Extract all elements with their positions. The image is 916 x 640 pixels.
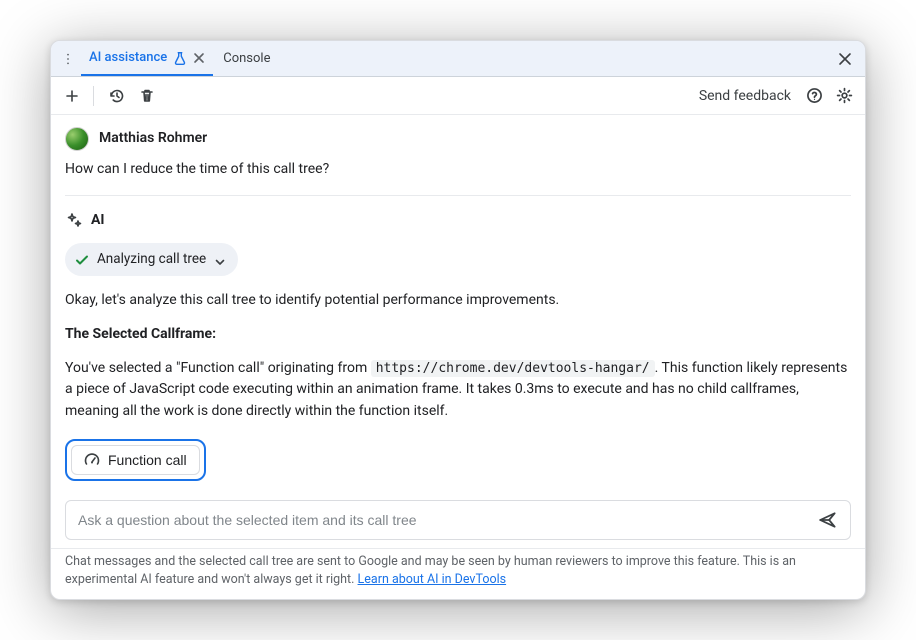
avatar: [65, 127, 89, 151]
user-message: Matthias Rohmer How can I reduce the tim…: [65, 127, 851, 196]
analysis-chip[interactable]: Analyzing call tree: [65, 243, 238, 276]
chat-input[interactable]: [78, 512, 814, 528]
check-icon: [75, 253, 89, 267]
new-chat-button[interactable]: [59, 83, 85, 109]
user-name: Matthias Rohmer: [99, 128, 207, 150]
code-url: https://chrome.dev/devtools-hangar/: [371, 360, 655, 377]
input-bar: [65, 500, 851, 540]
tab-label: AI assistance: [89, 50, 167, 65]
disclaimer: Chat messages and the selected call tree…: [51, 548, 865, 599]
chevron-down-icon: [214, 254, 226, 266]
send-button[interactable]: [814, 506, 842, 534]
help-button[interactable]: [801, 83, 827, 109]
delete-button[interactable]: [134, 83, 160, 109]
ai-intro: Okay, let's analyze this call tree to id…: [65, 290, 851, 312]
function-call-label: Function call: [108, 452, 187, 468]
ai-section-heading: The Selected Callframe:: [65, 326, 216, 342]
function-call-highlight: Function call: [65, 439, 206, 482]
gauge-icon: [84, 452, 100, 468]
tab-bar: AI assistance Console: [51, 41, 865, 77]
chip-label: Analyzing call tree: [97, 249, 206, 270]
flask-icon: [173, 51, 187, 65]
more-tabs-button[interactable]: [57, 48, 79, 70]
toolbar: Send feedback: [51, 77, 865, 115]
function-call-button[interactable]: Function call: [71, 445, 200, 475]
settings-button[interactable]: [831, 83, 857, 109]
user-question: How can I reduce the time of this call t…: [65, 159, 851, 181]
send-feedback-link[interactable]: Send feedback: [693, 84, 797, 108]
tab-console[interactable]: Console: [215, 41, 278, 76]
ai-message: AI Analyzing call tree Okay, let's analy…: [65, 196, 851, 482]
ai-body: You've selected a "Function call" origin…: [65, 358, 851, 423]
chat-body: Matthias Rohmer How can I reduce the tim…: [51, 115, 865, 488]
ai-text: Okay, let's analyze this call tree to id…: [65, 290, 851, 422]
close-tab-button[interactable]: [193, 52, 205, 64]
history-button[interactable]: [104, 83, 130, 109]
learn-more-link[interactable]: Learn about AI in DevTools: [358, 572, 507, 587]
tab-label: Console: [223, 51, 270, 66]
toolbar-separator: [93, 86, 94, 106]
ai-label: AI: [91, 210, 105, 232]
close-panel-button[interactable]: [831, 45, 859, 73]
tab-ai-assistance[interactable]: AI assistance: [81, 41, 213, 76]
devtools-panel: AI assistance Console Send feedback: [50, 40, 866, 600]
sparkle-icon: [65, 212, 83, 230]
